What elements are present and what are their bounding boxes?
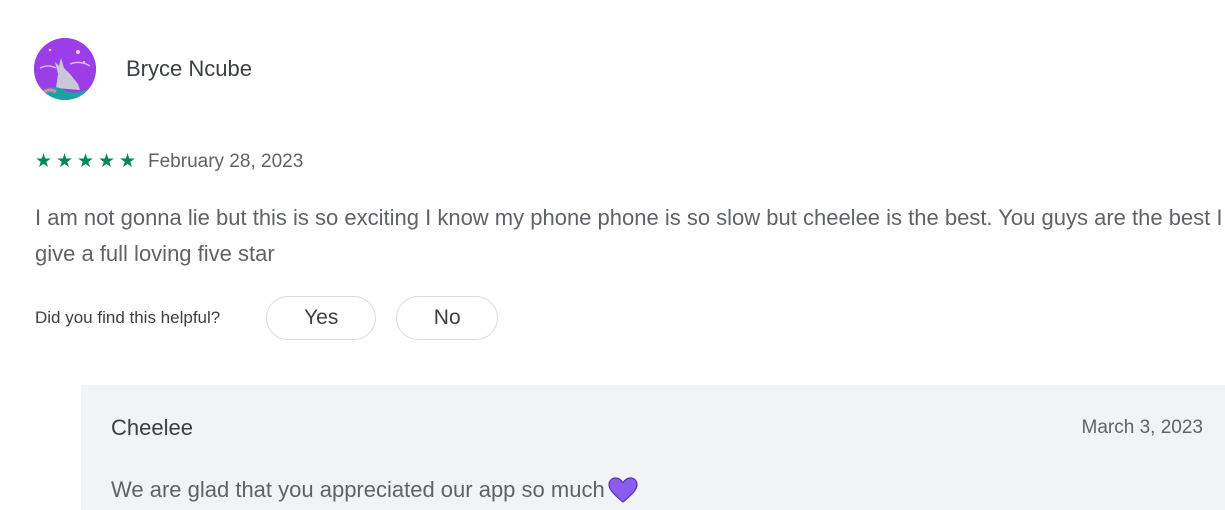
helpful-question: Did you find this helpful?	[35, 308, 221, 327]
review-header: Bryce Ncube	[34, 38, 252, 100]
review-body: I am not gonna lie but this is so exciti…	[35, 205, 1223, 266]
purple-heart-icon	[608, 477, 638, 503]
review-author-name: Bryce Ncube	[126, 56, 252, 81]
helpful-row: Did you find this helpful? Yes No	[35, 296, 499, 340]
star-rating: ★ ★ ★ ★ ★	[35, 150, 140, 173]
rating-row: ★ ★ ★ ★ ★ February 28, 2023	[35, 150, 303, 173]
avatar	[34, 38, 96, 100]
star-icon: ★	[98, 151, 117, 172]
reply-body: We are glad that you appreciated our app…	[111, 477, 638, 503]
reply-author-name: Cheelee	[111, 415, 193, 440]
star-icon: ★	[119, 151, 138, 172]
review-card: Bryce Ncube ★ ★ ★ ★ ★ February 28, 2023 …	[0, 0, 1225, 510]
review-date: February 28, 2023	[148, 150, 304, 172]
reply-date: March 3, 2023	[1081, 417, 1203, 438]
star-icon: ★	[35, 151, 54, 172]
reply-text: We are glad that you appreciated our app…	[111, 477, 605, 502]
star-icon: ★	[56, 151, 75, 172]
helpful-no-button[interactable]: No	[396, 296, 499, 340]
wolf-avatar-icon	[34, 38, 96, 100]
developer-reply: Cheelee March 3, 2023 We are glad that y…	[81, 385, 1225, 510]
star-icon: ★	[77, 151, 96, 172]
helpful-yes-button[interactable]: Yes	[266, 296, 377, 340]
